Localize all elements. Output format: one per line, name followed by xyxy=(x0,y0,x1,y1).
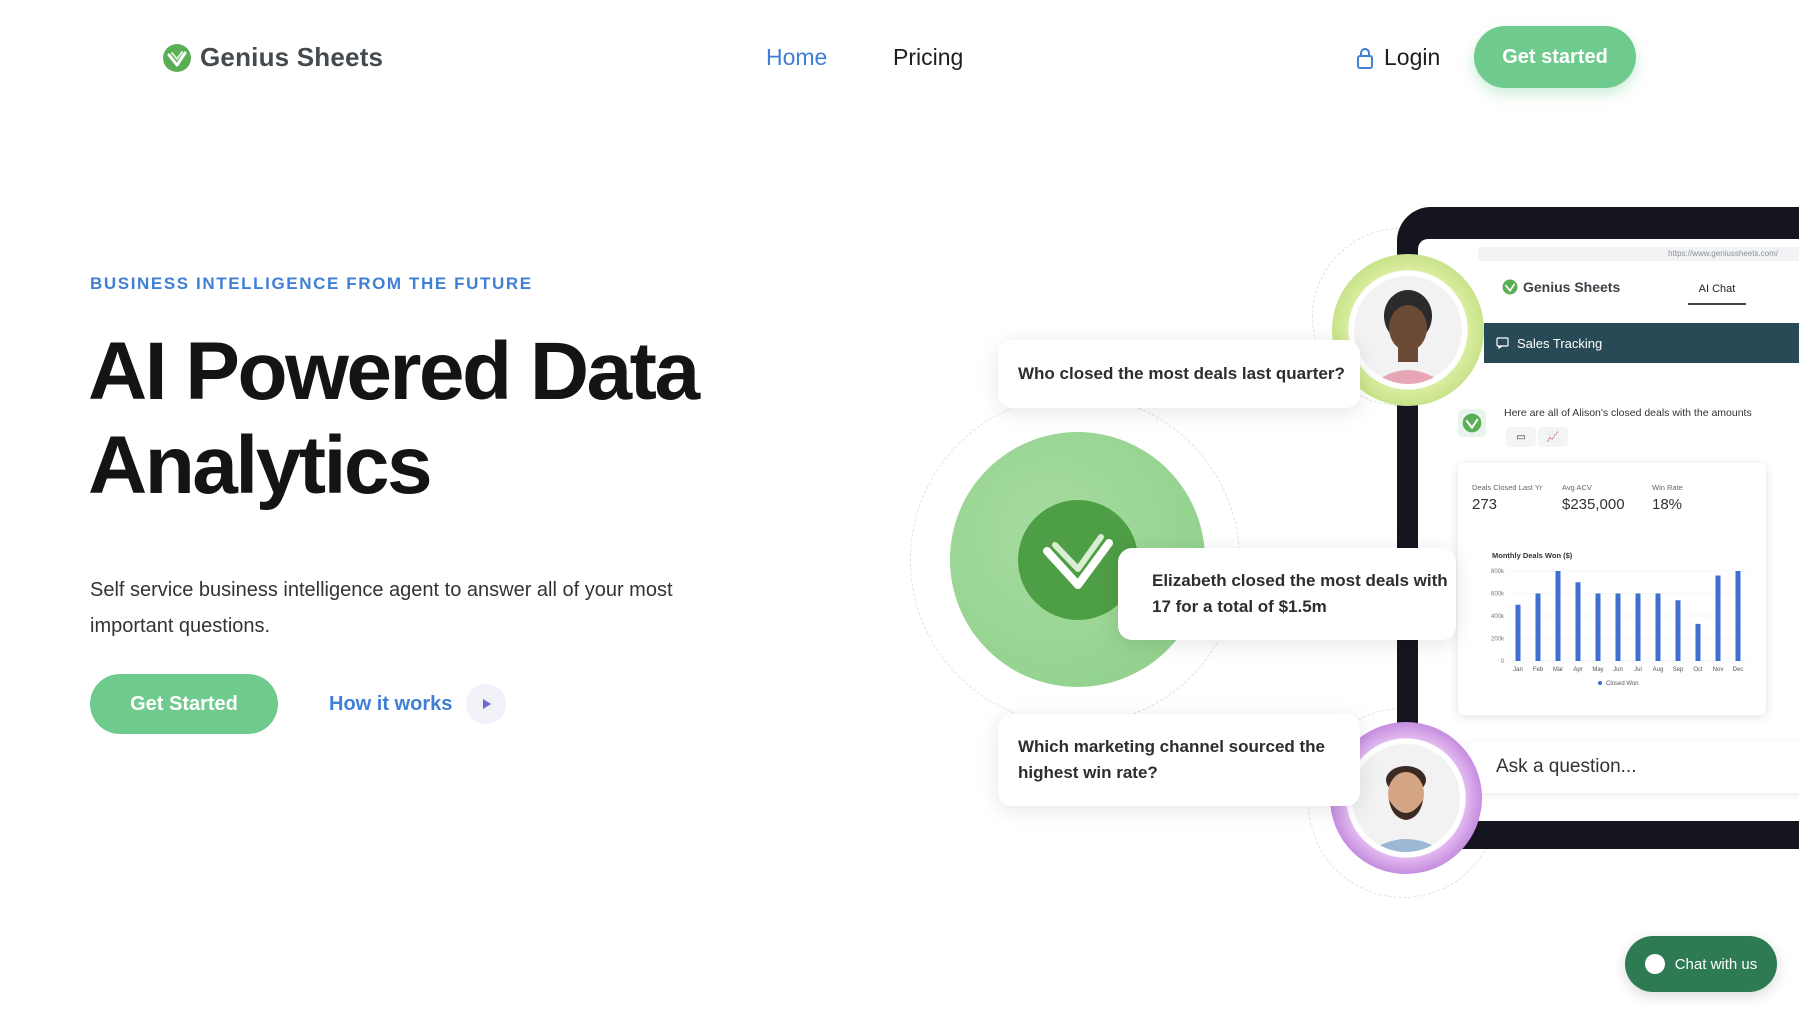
kpi-label: Avg ACV xyxy=(1562,483,1592,492)
app-brand: Genius Sheets xyxy=(1502,279,1620,295)
chart-view-icon: 📈 xyxy=(1538,427,1568,447)
chat-with-us-button[interactable]: Chat with us xyxy=(1625,936,1777,992)
kpi-label: Deals Closed Last Yr xyxy=(1472,483,1543,492)
kpi-value: 273 xyxy=(1472,496,1498,513)
y-tick-label: 400k xyxy=(1491,614,1505,620)
login-link[interactable]: Login xyxy=(1356,44,1440,71)
x-tick-label: Oct xyxy=(1693,667,1703,673)
play-icon xyxy=(466,684,507,724)
y-tick-label: 600k xyxy=(1491,592,1505,598)
legend-swatch xyxy=(1598,681,1602,685)
hero-headline: AI Powered Data Analytics xyxy=(88,326,700,511)
ask-question-input[interactable]: Ask a question... xyxy=(1468,741,1799,793)
bar-jul xyxy=(1635,593,1641,661)
nav-pricing[interactable]: Pricing xyxy=(893,44,963,71)
brand-logo[interactable]: Genius Sheets xyxy=(162,42,383,73)
chat-icon xyxy=(1496,337,1509,349)
y-tick-label: 200k xyxy=(1491,637,1505,643)
kpi-win-rate: Win Rate 18% xyxy=(1652,483,1683,513)
bar-dec xyxy=(1735,571,1741,661)
y-tick-label: 800k xyxy=(1491,569,1505,575)
sales-tracking-label: Sales Tracking xyxy=(1517,335,1603,351)
login-label: Login xyxy=(1384,44,1441,70)
x-tick-label: Sep xyxy=(1673,667,1684,673)
x-tick-label: Jul xyxy=(1634,667,1642,673)
avatar-man xyxy=(1352,744,1460,852)
table-view-icon: ▭ xyxy=(1506,427,1536,447)
view-toggles: ▭ 📈 xyxy=(1506,427,1568,447)
bar-mar xyxy=(1555,571,1561,661)
kpi-card: Deals Closed Last Yr 273 Avg ACV $235,00… xyxy=(1458,463,1766,715)
chart-title: Monthly Deals Won ($) xyxy=(1492,551,1573,560)
x-tick-label: May xyxy=(1592,667,1603,673)
chat-bubble-icon xyxy=(1644,954,1665,974)
chat-with-us-label: Chat with us xyxy=(1674,955,1758,973)
y-tick-label: 0 xyxy=(1501,659,1505,665)
monthly-deals-chart: 800k 600k 400k 200k 0 Jan Feb Mar Apr May Jun Jul Au… xyxy=(1491,569,1748,687)
answer-bubble: Elizabeth closed the most deals with 17 … xyxy=(1118,548,1456,640)
genius-sheets-logo-icon xyxy=(1502,279,1518,295)
bar-jan xyxy=(1515,604,1521,661)
hero-eyebrow: BUSINESS INTELLIGENCE FROM THE FUTURE xyxy=(90,274,533,293)
kpi-acv: Avg ACV $235,000 xyxy=(1562,483,1625,513)
x-tick-label: Mar xyxy=(1553,667,1563,673)
bot-message: Here are all of Alison's closed deals wi… xyxy=(1504,407,1752,419)
kpi-value: 18% xyxy=(1652,496,1683,513)
how-it-works-link[interactable]: How it works xyxy=(329,684,507,724)
bar-may xyxy=(1595,593,1601,661)
x-tick-label: Jan xyxy=(1513,667,1523,673)
bot-avatar-icon xyxy=(1458,409,1486,437)
how-it-works-label: How it works xyxy=(329,692,453,715)
bar-feb xyxy=(1535,593,1541,661)
bar-aug xyxy=(1655,593,1661,661)
get-started-hero-button[interactable]: Get Started xyxy=(90,674,278,734)
bar-apr xyxy=(1575,582,1581,661)
nav-home[interactable]: Home xyxy=(766,44,827,71)
genius-sheets-logo-icon xyxy=(163,43,191,72)
legend-label: Closed Won xyxy=(1606,681,1639,687)
get-started-header-button[interactable]: Get started xyxy=(1474,26,1636,88)
bar-oct xyxy=(1695,623,1701,661)
x-tick-label: Apr xyxy=(1573,667,1582,673)
tab-ai-chat: AI Chat xyxy=(1688,283,1746,305)
x-tick-label: Jun xyxy=(1613,667,1623,673)
lock-icon xyxy=(1357,47,1373,69)
x-tick-label: Dec xyxy=(1733,667,1744,673)
kpi-value: $235,000 xyxy=(1562,496,1625,513)
question-bubble-2: Which marketing channel sourced the high… xyxy=(998,714,1360,806)
app-brand-name: Genius Sheets xyxy=(1523,279,1621,295)
x-tick-label: Nov xyxy=(1713,667,1724,673)
brand-name: Genius Sheets xyxy=(200,42,384,72)
hero-subtext: Self service business intelligence agent… xyxy=(90,579,673,637)
kpi-deals: Deals Closed Last Yr 273 xyxy=(1472,483,1542,513)
x-tick-label: Feb xyxy=(1533,667,1544,673)
bar-nov xyxy=(1715,575,1721,661)
bar-sep xyxy=(1675,600,1681,661)
bar-jun xyxy=(1615,593,1621,661)
kpi-label: Win Rate xyxy=(1652,483,1683,492)
x-tick-label: Aug xyxy=(1653,667,1664,673)
sales-tracking-header: Sales Tracking xyxy=(1484,323,1799,363)
avatar-woman xyxy=(1354,276,1462,384)
url-bar: https://www.geniussheets.com/ xyxy=(1478,247,1799,261)
question-bubble-1: Who closed the most deals last quarter? xyxy=(998,340,1360,408)
